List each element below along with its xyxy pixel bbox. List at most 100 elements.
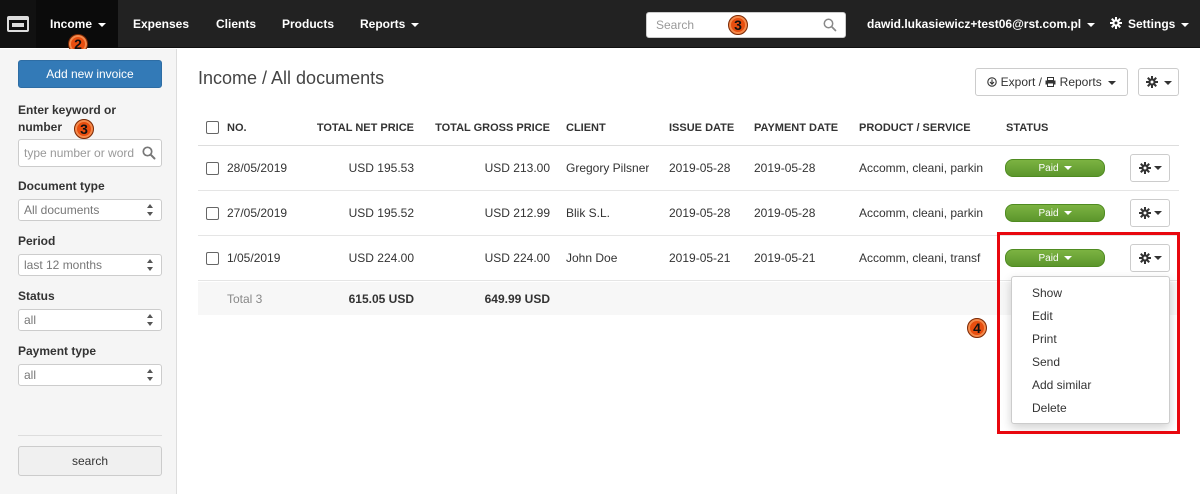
cell-payment-date: 2019-05-28: [754, 206, 816, 220]
print-icon: [1045, 77, 1056, 87]
cell-payment-date: 2019-05-21: [754, 251, 816, 265]
select-arrows-icon: [147, 204, 154, 216]
status-badge[interactable]: Paid: [1005, 159, 1105, 177]
caret-down-icon: [1087, 22, 1096, 27]
total-net-price: 615.05 USD: [348, 291, 414, 306]
settings-menu[interactable]: Settings: [1110, 0, 1190, 48]
row-actions-cell: [1130, 146, 1170, 190]
row-actions-cell: [1130, 191, 1170, 235]
cell-issue-date: 2019-05-28: [669, 206, 731, 220]
cell-number[interactable]: 28/05/2019: [227, 146, 287, 190]
cell-number[interactable]: 27/05/2019: [227, 191, 287, 235]
cell-product: Accomm, cleani, parkin: [859, 161, 984, 175]
gear-icon: [1110, 17, 1122, 29]
status-cell: Paid: [1005, 191, 1105, 235]
col-payment-date[interactable]: PAYMENT DATE: [754, 110, 838, 145]
cell-gross-price: USD 213.00: [484, 161, 550, 175]
row-select-cell: [206, 236, 226, 280]
caret-down-icon: [411, 22, 420, 27]
row-select-cell: [206, 146, 226, 190]
select-all-checkbox[interactable]: [206, 121, 219, 134]
export-reports-button[interactable]: Export / Reports: [975, 68, 1128, 96]
caret-down-icon: [1153, 211, 1162, 215]
annotation-marker: 3: [728, 15, 748, 35]
col-net-price[interactable]: TOTAL NET PRICE: [298, 110, 414, 145]
table-row[interactable]: 27/05/2019 USD 195.52 USD 212.99 Blik S.…: [198, 191, 1179, 236]
cell-product: Accomm, cleani, parkin: [859, 206, 984, 220]
annotation-highlight-box: [997, 232, 1180, 434]
caret-down-icon: [1063, 211, 1072, 215]
caret-down-icon: [1163, 80, 1172, 85]
cell-number[interactable]: 1/05/2019: [227, 236, 280, 280]
gear-icon: [1138, 162, 1151, 174]
cell-net-price: USD 195.52: [348, 206, 414, 220]
status-select[interactable]: all: [18, 309, 162, 331]
col-issue-date[interactable]: ISSUE DATE: [669, 110, 734, 145]
search-icon[interactable]: [142, 146, 156, 160]
caret-down-icon: [1181, 22, 1190, 27]
cell-gross-price: USD 212.99: [484, 206, 550, 220]
status-badge[interactable]: Paid: [1005, 204, 1105, 222]
status-label: Status: [18, 289, 55, 303]
user-menu[interactable]: dawid.lukasiewicz+test06@rst.com.pl: [867, 0, 1096, 48]
row-checkbox[interactable]: [206, 161, 219, 175]
nav-clients[interactable]: Clients: [216, 0, 256, 48]
row-actions-button[interactable]: [1130, 199, 1170, 227]
select-arrows-icon: [147, 314, 154, 326]
nav-reports[interactable]: Reports: [360, 0, 420, 48]
payment-type-select[interactable]: all: [18, 364, 162, 386]
filter-sidebar: Add new invoice Enter keyword or number …: [0, 49, 177, 494]
keyword-input[interactable]: [19, 140, 137, 166]
top-navbar: Income Expenses Clients Products Reports…: [0, 0, 1200, 48]
col-status[interactable]: STATUS: [1006, 110, 1048, 145]
caret-down-icon: [1107, 80, 1116, 85]
add-invoice-button[interactable]: Add new invoice: [18, 60, 162, 88]
cell-product: Accomm, cleani, transf: [859, 251, 981, 265]
gear-icon: [1138, 207, 1151, 219]
total-label: Total 3: [227, 291, 263, 306]
document-type-select[interactable]: All documents: [18, 199, 162, 221]
page-title: Income / All documents: [198, 68, 385, 88]
nav-expenses[interactable]: Expenses: [133, 0, 189, 48]
caret-down-icon: [1063, 166, 1072, 170]
row-actions-button[interactable]: [1130, 154, 1170, 182]
cell-client: Blik S.L.: [566, 206, 611, 220]
caret-down-icon: [1153, 166, 1162, 170]
document-type-label: Document type: [18, 179, 105, 193]
caret-down-icon: [98, 22, 107, 27]
sidebar-divider: [18, 435, 162, 436]
cell-net-price: USD 224.00: [348, 251, 414, 265]
cell-issue-date: 2019-05-28: [669, 161, 731, 175]
download-circle-icon: [987, 77, 998, 87]
cell-payment-date: 2019-05-28: [754, 161, 816, 175]
select-arrows-icon: [147, 259, 154, 271]
app-logo[interactable]: [0, 0, 36, 48]
period-label: Period: [18, 234, 56, 248]
row-checkbox[interactable]: [206, 206, 219, 220]
keyword-field: [18, 139, 162, 167]
status-cell: Paid: [1005, 146, 1105, 190]
cell-gross-price: USD 224.00: [484, 251, 550, 265]
select-all-cell: [206, 110, 226, 145]
annotation-marker: 3: [74, 119, 94, 139]
table-row[interactable]: 28/05/2019 USD 195.53 USD 213.00 Gregory…: [198, 146, 1179, 191]
annotation-marker: 4: [967, 318, 987, 338]
cell-client: John Doe: [566, 251, 618, 265]
table-settings-button[interactable]: [1138, 68, 1179, 96]
total-gross-price: 649.99 USD: [484, 291, 550, 306]
col-client[interactable]: CLIENT: [566, 110, 606, 145]
col-gross-price[interactable]: TOTAL GROSS PRICE: [418, 110, 550, 145]
keyword-label: Enter keyword or number: [18, 103, 117, 134]
cell-client: Gregory Pilsner: [566, 161, 650, 175]
col-no[interactable]: NO.: [227, 110, 247, 145]
row-checkbox[interactable]: [206, 251, 219, 265]
col-product-service[interactable]: PRODUCT / SERVICE: [859, 110, 971, 145]
search-icon[interactable]: [823, 18, 837, 32]
search-button[interactable]: search: [18, 446, 162, 476]
period-select[interactable]: last 12 months: [18, 254, 162, 276]
payment-type-label: Payment type: [18, 344, 97, 358]
nav-products[interactable]: Products: [282, 0, 334, 48]
bed-icon: [7, 16, 29, 32]
select-arrows-icon: [147, 369, 154, 381]
cell-net-price: USD 195.53: [348, 161, 414, 175]
